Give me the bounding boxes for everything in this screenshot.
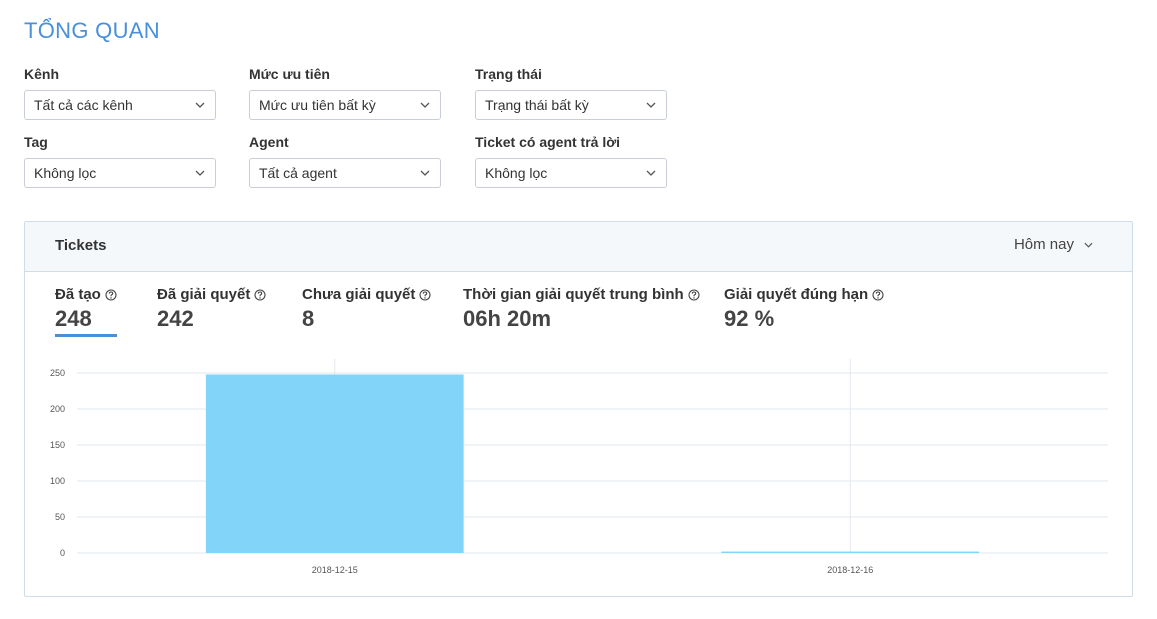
stat-resolved-label: Đã giải quyết xyxy=(157,286,266,303)
status-select-value: Trạng thái bất kỳ xyxy=(485,97,589,113)
bar-2018-12-15[interactable] xyxy=(205,374,464,553)
filter-channel: Kênh Tất cả các kênh xyxy=(24,65,216,120)
chevron-down-icon xyxy=(194,99,206,111)
agent-select[interactable]: Tất cả agent xyxy=(249,158,441,188)
chevron-down-icon xyxy=(1082,239,1094,251)
filter-agent-label: Agent xyxy=(249,134,289,150)
channel-select[interactable]: Tất cả các kênh xyxy=(24,90,216,120)
chevron-down-icon xyxy=(419,167,431,179)
chevron-down-icon xyxy=(419,99,431,111)
page-title: TỔNG QUAN xyxy=(24,18,160,43)
y-tick-label: 150 xyxy=(50,440,65,450)
filter-tag-label: Tag xyxy=(24,134,48,150)
filter-channel-label: Kênh xyxy=(24,66,59,82)
x-tick-label: 2018-12-15 xyxy=(312,565,358,575)
y-tick-label: 0 xyxy=(60,548,65,558)
period-dropdown[interactable]: Hôm nay xyxy=(1014,236,1094,253)
chevron-down-icon xyxy=(194,167,206,179)
tag-select[interactable]: Không lọc xyxy=(24,158,216,188)
priority-select[interactable]: Mức ưu tiên bất kỳ xyxy=(249,90,441,120)
stat-avg-resolution-time-value: 06h 20m xyxy=(463,306,552,331)
status-select[interactable]: Trạng thái bất kỳ xyxy=(475,90,667,120)
priority-select-value: Mức ưu tiên bất kỳ xyxy=(259,97,376,113)
stat-avg-resolution-time-title: Thời gian giải quyết trung bình xyxy=(463,286,684,303)
agent-replied-select-value: Không lọc xyxy=(485,165,548,181)
y-tick-label: 250 xyxy=(50,368,65,378)
y-tick-label: 200 xyxy=(50,404,65,414)
stat-resolved[interactable]: Đã giải quyết 242 xyxy=(157,286,266,332)
stat-created-title: Đã tạo xyxy=(55,286,101,303)
stat-on-time-label: Giải quyết đúng hạn xyxy=(724,286,884,303)
tickets-bar-chart: 0 50 100 150 200 250 2018-12-15 2018-12-16 xyxy=(50,359,1108,575)
stat-created-value: 248 xyxy=(55,306,92,331)
chevron-down-icon xyxy=(645,99,657,111)
stat-unresolved[interactable]: Chưa giải quyết 8 xyxy=(302,286,431,332)
stat-on-time[interactable]: Giải quyết đúng hạn 92 % xyxy=(724,286,884,332)
question-circle-icon[interactable] xyxy=(872,288,884,301)
agent-replied-select[interactable]: Không lọc xyxy=(475,158,667,188)
tickets-card-title: Tickets xyxy=(55,237,107,254)
active-stat-indicator xyxy=(55,334,117,337)
filter-tag: Tag Không lọc xyxy=(24,133,216,188)
stat-created-label: Đã tạo xyxy=(55,286,117,303)
stat-resolved-title: Đã giải quyết xyxy=(157,286,251,303)
stat-unresolved-label: Chưa giải quyết xyxy=(302,286,431,303)
stat-on-time-value: 92 % xyxy=(724,306,775,331)
filter-agent-replied-label: Ticket có agent trả lời xyxy=(475,134,621,150)
filter-status-label: Trạng thái xyxy=(475,66,542,82)
tickets-card-header: Tickets Hôm nay xyxy=(25,222,1132,272)
filter-agent: Agent Tất cả agent xyxy=(249,133,441,188)
stat-resolved-value: 242 xyxy=(157,306,194,331)
y-tick-label: 50 xyxy=(55,512,65,522)
filter-priority-label: Mức ưu tiên xyxy=(249,66,330,82)
question-circle-icon[interactable] xyxy=(105,288,117,301)
tickets-card: Tickets Hôm nay Đã tạo 248 Đã giải quyết… xyxy=(24,221,1133,597)
stat-avg-resolution-time[interactable]: Thời gian giải quyết trung bình 06h 20m xyxy=(463,286,700,332)
bar-2018-12-16[interactable] xyxy=(721,551,980,553)
filter-agent-replied: Ticket có agent trả lời Không lọc xyxy=(475,133,667,188)
channel-select-value: Tất cả các kênh xyxy=(34,97,133,113)
stat-unresolved-value: 8 xyxy=(302,306,315,331)
filter-priority: Mức ưu tiên Mức ưu tiên bất kỳ xyxy=(249,65,441,120)
question-circle-icon[interactable] xyxy=(254,288,266,301)
stat-on-time-title: Giải quyết đúng hạn xyxy=(724,286,869,303)
stat-unresolved-title: Chưa giải quyết xyxy=(302,286,416,303)
question-circle-icon[interactable] xyxy=(688,288,700,301)
tag-select-value: Không lọc xyxy=(34,165,97,181)
period-label: Hôm nay xyxy=(1013,236,1074,253)
chevron-down-icon xyxy=(645,167,657,179)
stat-created[interactable]: Đã tạo 248 xyxy=(55,286,117,337)
stat-avg-resolution-time-label: Thời gian giải quyết trung bình xyxy=(463,286,700,303)
filter-status: Trạng thái Trạng thái bất kỳ xyxy=(475,65,667,120)
agent-select-value: Tất cả agent xyxy=(259,165,337,181)
y-tick-label: 100 xyxy=(50,476,65,486)
question-circle-icon[interactable] xyxy=(419,288,431,301)
x-tick-label: 2018-12-16 xyxy=(827,565,873,575)
